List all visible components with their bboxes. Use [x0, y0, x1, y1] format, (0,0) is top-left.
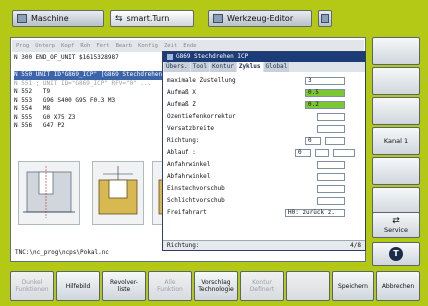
field-row: Ozentiefenkorrektur — [167, 112, 363, 121]
field-label: Ablauf : — [167, 149, 196, 156]
section-tab-fert[interactable]: Fert — [94, 43, 111, 49]
machine-icon — [17, 14, 27, 23]
tab-label: Werkzeug-Editor — [227, 14, 294, 23]
cancel-button[interactable]: Abbrechen — [376, 271, 420, 301]
departure-angle-input[interactable] — [317, 172, 345, 181]
section-tab-bearb[interactable]: Bearb — [114, 43, 135, 49]
dialog-status-bar: Richtung: 4/8 — [163, 240, 365, 250]
section-tab-zeit[interactable]: Zeit — [162, 43, 179, 49]
tnc-logo-icon: T — [389, 247, 403, 261]
field-label: Abfahrwinkel — [167, 173, 211, 180]
field-row: Anfahrwinkel — [167, 160, 363, 169]
field-row: Freifahrart H0: zurück z. — [167, 208, 363, 217]
cycle-dialog: G869 Stechdrehen ICP Übers. Tool Kontur … — [162, 51, 366, 251]
field-row: Ablauf : 0 — [167, 148, 363, 157]
dialog-tabs: Übers. Tool Kontur Zyklus Global — [163, 62, 365, 72]
field-label: Einstechvorschub — [167, 185, 225, 192]
dialog-tab-zyklus[interactable]: Zyklus — [236, 62, 263, 72]
window-icon-button[interactable] — [318, 10, 332, 27]
section-tab-kopf[interactable]: Kopf — [59, 43, 76, 49]
field-row: Aufmaß X 0.5 — [167, 88, 363, 97]
tool-icon — [213, 14, 223, 23]
dialog-tab-uebers[interactable]: Übers. — [164, 62, 190, 72]
field-row: Aufmaß Z 0.2 — [167, 100, 363, 109]
tnc-logo-button[interactable]: T — [372, 242, 420, 266]
page-indicator: 4/8 — [350, 242, 361, 249]
oversize-z-input[interactable]: 0.2 — [305, 100, 345, 109]
field-label: Versatzbreite — [167, 125, 214, 132]
kanal-button[interactable]: Kanal 1 — [372, 127, 420, 155]
offset-width-input[interactable] — [317, 124, 345, 133]
vertical-softkey-1[interactable] — [372, 37, 420, 65]
dialog-title: G869 Stechdrehen ICP — [176, 53, 249, 60]
softkey-revolverliste[interactable]: Revolver- liste — [102, 271, 146, 301]
dialog-title-bar: G869 Stechdrehen ICP — [163, 52, 365, 62]
service-icon: ⇄ — [392, 215, 400, 226]
help-image-overview — [18, 161, 80, 225]
sequence-option[interactable] — [333, 148, 355, 157]
vertical-softkey-5[interactable] — [372, 157, 420, 185]
window-icon — [321, 14, 329, 23]
groove-detail-icon — [98, 166, 138, 215]
sequence-select[interactable]: 0 — [295, 148, 311, 157]
softkey-empty[interactable] — [286, 271, 330, 301]
approach-angle-input[interactable] — [317, 160, 345, 169]
dialog-tab-global[interactable]: Global — [263, 62, 290, 72]
field-label: Aufmaß Z — [167, 101, 196, 108]
section-tab-konfig[interactable]: Konfig — [136, 43, 160, 49]
field-label: Anfahrwinkel — [167, 161, 211, 168]
vertical-softkey-2[interactable] — [372, 67, 420, 95]
dialog-icon — [167, 54, 173, 60]
field-label: Richtung: — [167, 137, 200, 144]
service-label: Service — [383, 225, 409, 234]
tab-label: Maschine — [31, 14, 69, 23]
field-row: Einstechvorschub — [167, 184, 363, 193]
help-image-detail-1 — [92, 161, 144, 225]
softkey-vorschlag-technologie[interactable]: Vorschlag Technologie — [194, 271, 238, 301]
dialog-tab-kontur[interactable]: Kontur — [210, 62, 236, 72]
max-infeed-input[interactable]: 3 — [305, 76, 345, 85]
field-row: Versatzbreite — [167, 124, 363, 133]
direction-select[interactable]: 0 — [305, 136, 321, 145]
field-label: Aufmaß X — [167, 89, 196, 96]
finishing-feed-input[interactable] — [317, 196, 345, 205]
tab-werkzeug-editor[interactable]: Werkzeug-Editor — [208, 10, 312, 27]
field-row: Richtung: 0 — [167, 136, 363, 145]
section-tab-ende[interactable]: Ende — [181, 43, 198, 49]
field-row: maximale Zustellung 3 — [167, 76, 363, 85]
field-label: Schlichtvorschub — [167, 197, 225, 204]
field-row: Abfahrwinkel — [167, 172, 363, 181]
field-label: Freifahrart — [167, 209, 207, 216]
direction-option[interactable] — [325, 136, 345, 145]
tab-maschine[interactable]: Maschine — [12, 10, 104, 27]
field-label: maximale Zustellung — [167, 77, 236, 84]
section-tab-prog[interactable]: Prog — [14, 43, 31, 49]
tab-smart-turn[interactable]: ⇆ smart.Turn — [110, 10, 194, 27]
softkey-kontur[interactable]: Kontur Definert — [240, 271, 284, 301]
section-tab-roh[interactable]: Roh — [78, 43, 92, 49]
tab-label: smart.Turn — [126, 14, 170, 23]
oversize-x-input[interactable]: 0.5 — [305, 88, 345, 97]
field-row: Schlichtvorschub — [167, 196, 363, 205]
arrow-icon: ⇆ — [115, 13, 123, 24]
vertical-softkey-6[interactable] — [372, 187, 420, 215]
service-button[interactable]: ⇄ Service — [372, 212, 420, 238]
status-label: Richtung: — [167, 242, 200, 249]
groove-workpiece-icon — [23, 166, 75, 218]
softkey-hilfebild[interactable]: Hilfebild — [56, 271, 100, 301]
sequence-option[interactable] — [315, 148, 329, 157]
dialog-tab-tool[interactable]: Tool — [190, 62, 210, 72]
softkey-dunkel[interactable]: Dunkel Funktionen — [10, 271, 54, 301]
field-label: Ozentiefenkorrektur — [167, 113, 236, 120]
plunge-feed-input[interactable] — [317, 184, 345, 193]
vertical-softkey-3[interactable] — [372, 97, 420, 125]
retract-mode-select[interactable]: H0: zurück z. — [285, 208, 345, 217]
plunge-depth-correction-input[interactable] — [317, 112, 345, 121]
softkey-alle-funktion[interactable]: Alle Funktion — [148, 271, 192, 301]
save-button[interactable]: Speichern — [332, 271, 374, 301]
section-tab-unterp[interactable]: Unterp — [33, 43, 57, 49]
